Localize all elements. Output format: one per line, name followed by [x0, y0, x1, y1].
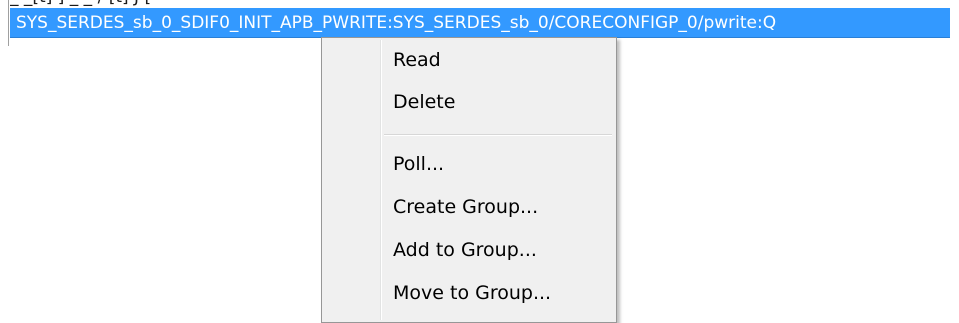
list-item-selected[interactable]: SYS_SERDES_sb_0_SDIF0_INIT_APB_PWRITE:SY…: [10, 8, 950, 38]
menu-item-create-group[interactable]: Create Group...: [325, 187, 613, 227]
menu-separator: [384, 134, 612, 136]
menu-item-delete[interactable]: Delete: [325, 82, 613, 122]
list-border: [8, 0, 9, 46]
menu-item-read[interactable]: Read: [325, 40, 613, 80]
menu-item-poll[interactable]: Poll...: [325, 144, 613, 184]
menu-item-move-to-group[interactable]: Move to Group...: [325, 273, 613, 313]
context-menu: Read Delete Poll... Create Group... Add …: [321, 37, 617, 323]
menu-item-add-to-group[interactable]: Add to Group...: [325, 230, 613, 270]
list-item-partial[interactable]: _ _[t] ] _ _ / [t] J [: [10, 0, 370, 8]
